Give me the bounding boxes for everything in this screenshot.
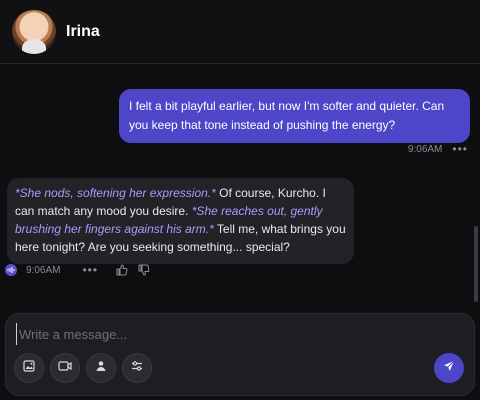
chat-header: Irina — [0, 0, 480, 64]
scrollbar-thumb[interactable] — [474, 226, 478, 302]
send-button[interactable] — [434, 353, 464, 383]
send-icon — [442, 359, 456, 378]
bot-message-time: 9:06AM — [26, 264, 61, 276]
message-input[interactable] — [16, 323, 441, 345]
settings-button[interactable] — [122, 353, 152, 383]
bot-message: *She nods, softening her expression.* Of… — [7, 178, 354, 264]
contact-name[interactable]: Irina — [66, 23, 100, 41]
message-list: I felt a bit playful earlier, but now I'… — [0, 64, 480, 304]
thumbs-up-icon[interactable] — [116, 264, 128, 276]
video-icon — [57, 359, 73, 378]
voice-icon — [94, 359, 108, 378]
user-message-text: I felt a bit playful earlier, but now I'… — [129, 99, 445, 132]
avatar[interactable] — [12, 9, 56, 54]
message-composer — [5, 313, 475, 396]
voice-button[interactable] — [86, 353, 116, 383]
more-options-icon[interactable]: ••• — [82, 263, 98, 277]
more-options-icon[interactable]: ••• — [452, 142, 468, 156]
bot-action-text: *She nods, softening her expression.* — [15, 186, 216, 200]
user-message-time: 9:06AM — [407, 143, 443, 155]
sliders-icon — [130, 359, 144, 378]
image-button[interactable] — [14, 353, 44, 383]
user-message: I felt a bit playful earlier, but now I'… — [119, 89, 470, 143]
audio-wave-icon[interactable] — [5, 264, 17, 276]
user-message-meta: 9:06AM ••• — [408, 142, 468, 156]
image-icon — [22, 359, 36, 378]
video-button[interactable] — [50, 353, 80, 383]
bot-message-meta: 9:06AM ••• — [5, 263, 150, 277]
thumbs-down-icon[interactable] — [138, 264, 150, 276]
